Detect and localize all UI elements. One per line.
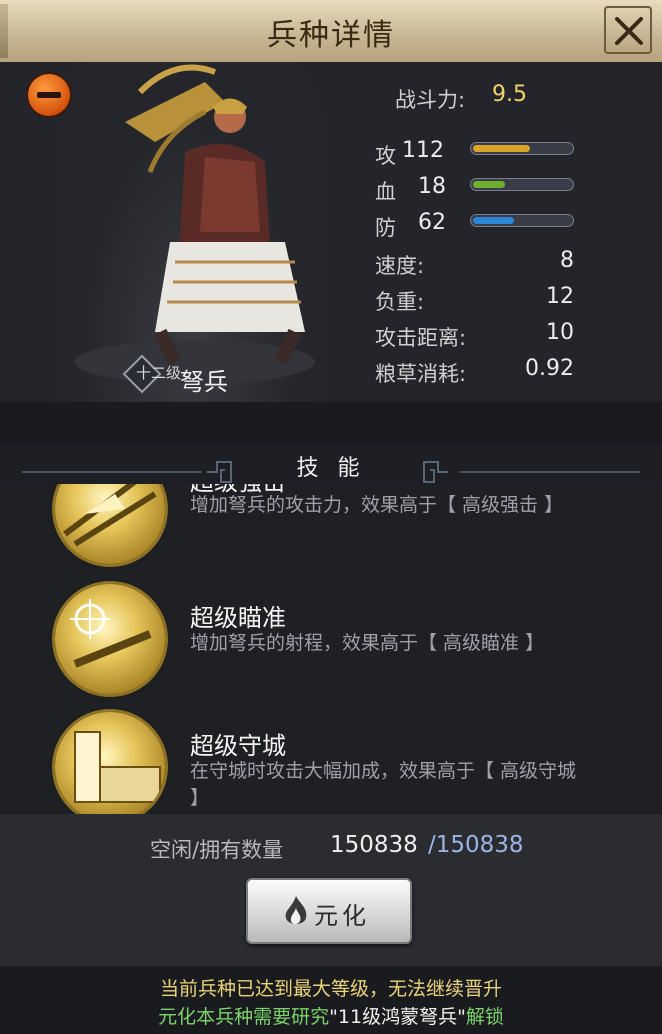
stat-attack-label: 攻: [375, 144, 396, 168]
skill-name: 超级守城: [190, 732, 286, 760]
stat-attack-value: 112: [402, 138, 444, 163]
stat-hp-bar-fill: [473, 181, 506, 188]
stat-defense-label: 防: [375, 216, 396, 240]
unlock-suffix: 解锁: [465, 1006, 504, 1028]
stat-defense-value: 62: [418, 210, 446, 235]
skill-name: 超级瞄准: [190, 604, 286, 632]
close-button[interactable]: [604, 6, 652, 54]
stat-hp-bar: [470, 178, 574, 191]
stat-defense-bar-fill: [473, 217, 515, 224]
unlock-requirement-notice: 元化本兵种需要研究"11级鸿蒙弩兵"解锁: [0, 1002, 662, 1029]
crosshair-scope-icon: [55, 584, 165, 694]
section-divider-band: [0, 402, 662, 444]
stat-hp-label: 血: [375, 180, 396, 204]
power-value: 9.5: [492, 82, 527, 107]
food-upkeep-value: 0.92: [525, 356, 574, 381]
unit-level-badge: 十二级: [136, 364, 182, 382]
skill-item[interactable]: 超级强击 增加弩兵的攻击力，效果高于【 高级强击 】: [0, 484, 662, 592]
yuanhua-button[interactable]: 元化: [246, 878, 412, 944]
skill-description: 在守城时攻击大幅加成，效果高于【 高级守城 】: [190, 760, 577, 809]
load-value: 12: [546, 284, 574, 309]
max-level-notice: 当前兵种已达到最大等级，无法继续晋升: [159, 978, 502, 1000]
crossbowman-figure: [75, 64, 315, 384]
troop-count-label: 空闲/拥有数量: [150, 838, 284, 862]
range-value: 10: [546, 320, 574, 345]
crossbow-strike-icon: [55, 484, 165, 564]
yuanhua-button-label: 元化: [314, 902, 370, 930]
unit-portrait: [55, 62, 325, 402]
page-title: 兵种详情: [267, 18, 395, 53]
skill-description: 增加弩兵的攻击力，效果高于【 高级强击 】: [190, 494, 564, 516]
unit-name: 弩兵: [180, 368, 228, 396]
title-bar: 兵种详情: [0, 0, 662, 64]
food-upkeep-label: 粮草消耗:: [375, 362, 467, 386]
stat-hp-value: 18: [418, 174, 446, 199]
dismiss-unit-button[interactable]: [28, 74, 70, 116]
unlock-prefix: 元化本兵种需要研究: [158, 1006, 330, 1028]
troop-count-total: /150838: [428, 832, 524, 858]
stat-defense-bar: [470, 214, 574, 227]
speed-value: 8: [560, 248, 574, 273]
flame-icon: [285, 896, 307, 924]
skill-description: 增加弩兵的射程，效果高于【 高级瞄准 】: [190, 632, 545, 654]
skill-item[interactable]: 超级瞄准 增加弩兵的射程，效果高于【 高级瞄准 】: [0, 584, 662, 714]
power-label: 战斗力:: [395, 88, 466, 112]
range-label: 攻击距离:: [375, 326, 467, 350]
unit-detail-window: 兵种详情 弩兵 十二级 战斗力: 9.5 攻 112 血 18 防 62 速度:…: [0, 0, 662, 1034]
skills-list[interactable]: 超级强击 增加弩兵的攻击力，效果高于【 高级强击 】 超级瞄准 增加弩兵的射程，…: [0, 484, 662, 814]
unlock-target: "11级鸿蒙弩兵": [329, 1006, 466, 1028]
skill-item[interactable]: 超级守城 在守城时攻击大幅加成，效果高于【 高级守城 】: [0, 712, 662, 814]
troop-count-free: 150838: [330, 832, 418, 858]
castle-tower-icon: [55, 712, 165, 814]
stat-attack-bar-fill: [473, 145, 530, 152]
stat-attack-bar: [470, 142, 574, 155]
speed-label: 速度:: [375, 254, 425, 278]
skills-title: 技 能: [296, 456, 366, 481]
load-label: 负重:: [375, 290, 425, 314]
close-icon: [615, 17, 643, 45]
unit-info-panel: 弩兵 十二级 战斗力: 9.5 攻 112 血 18 防 62 速度: 8 负重…: [0, 62, 662, 402]
